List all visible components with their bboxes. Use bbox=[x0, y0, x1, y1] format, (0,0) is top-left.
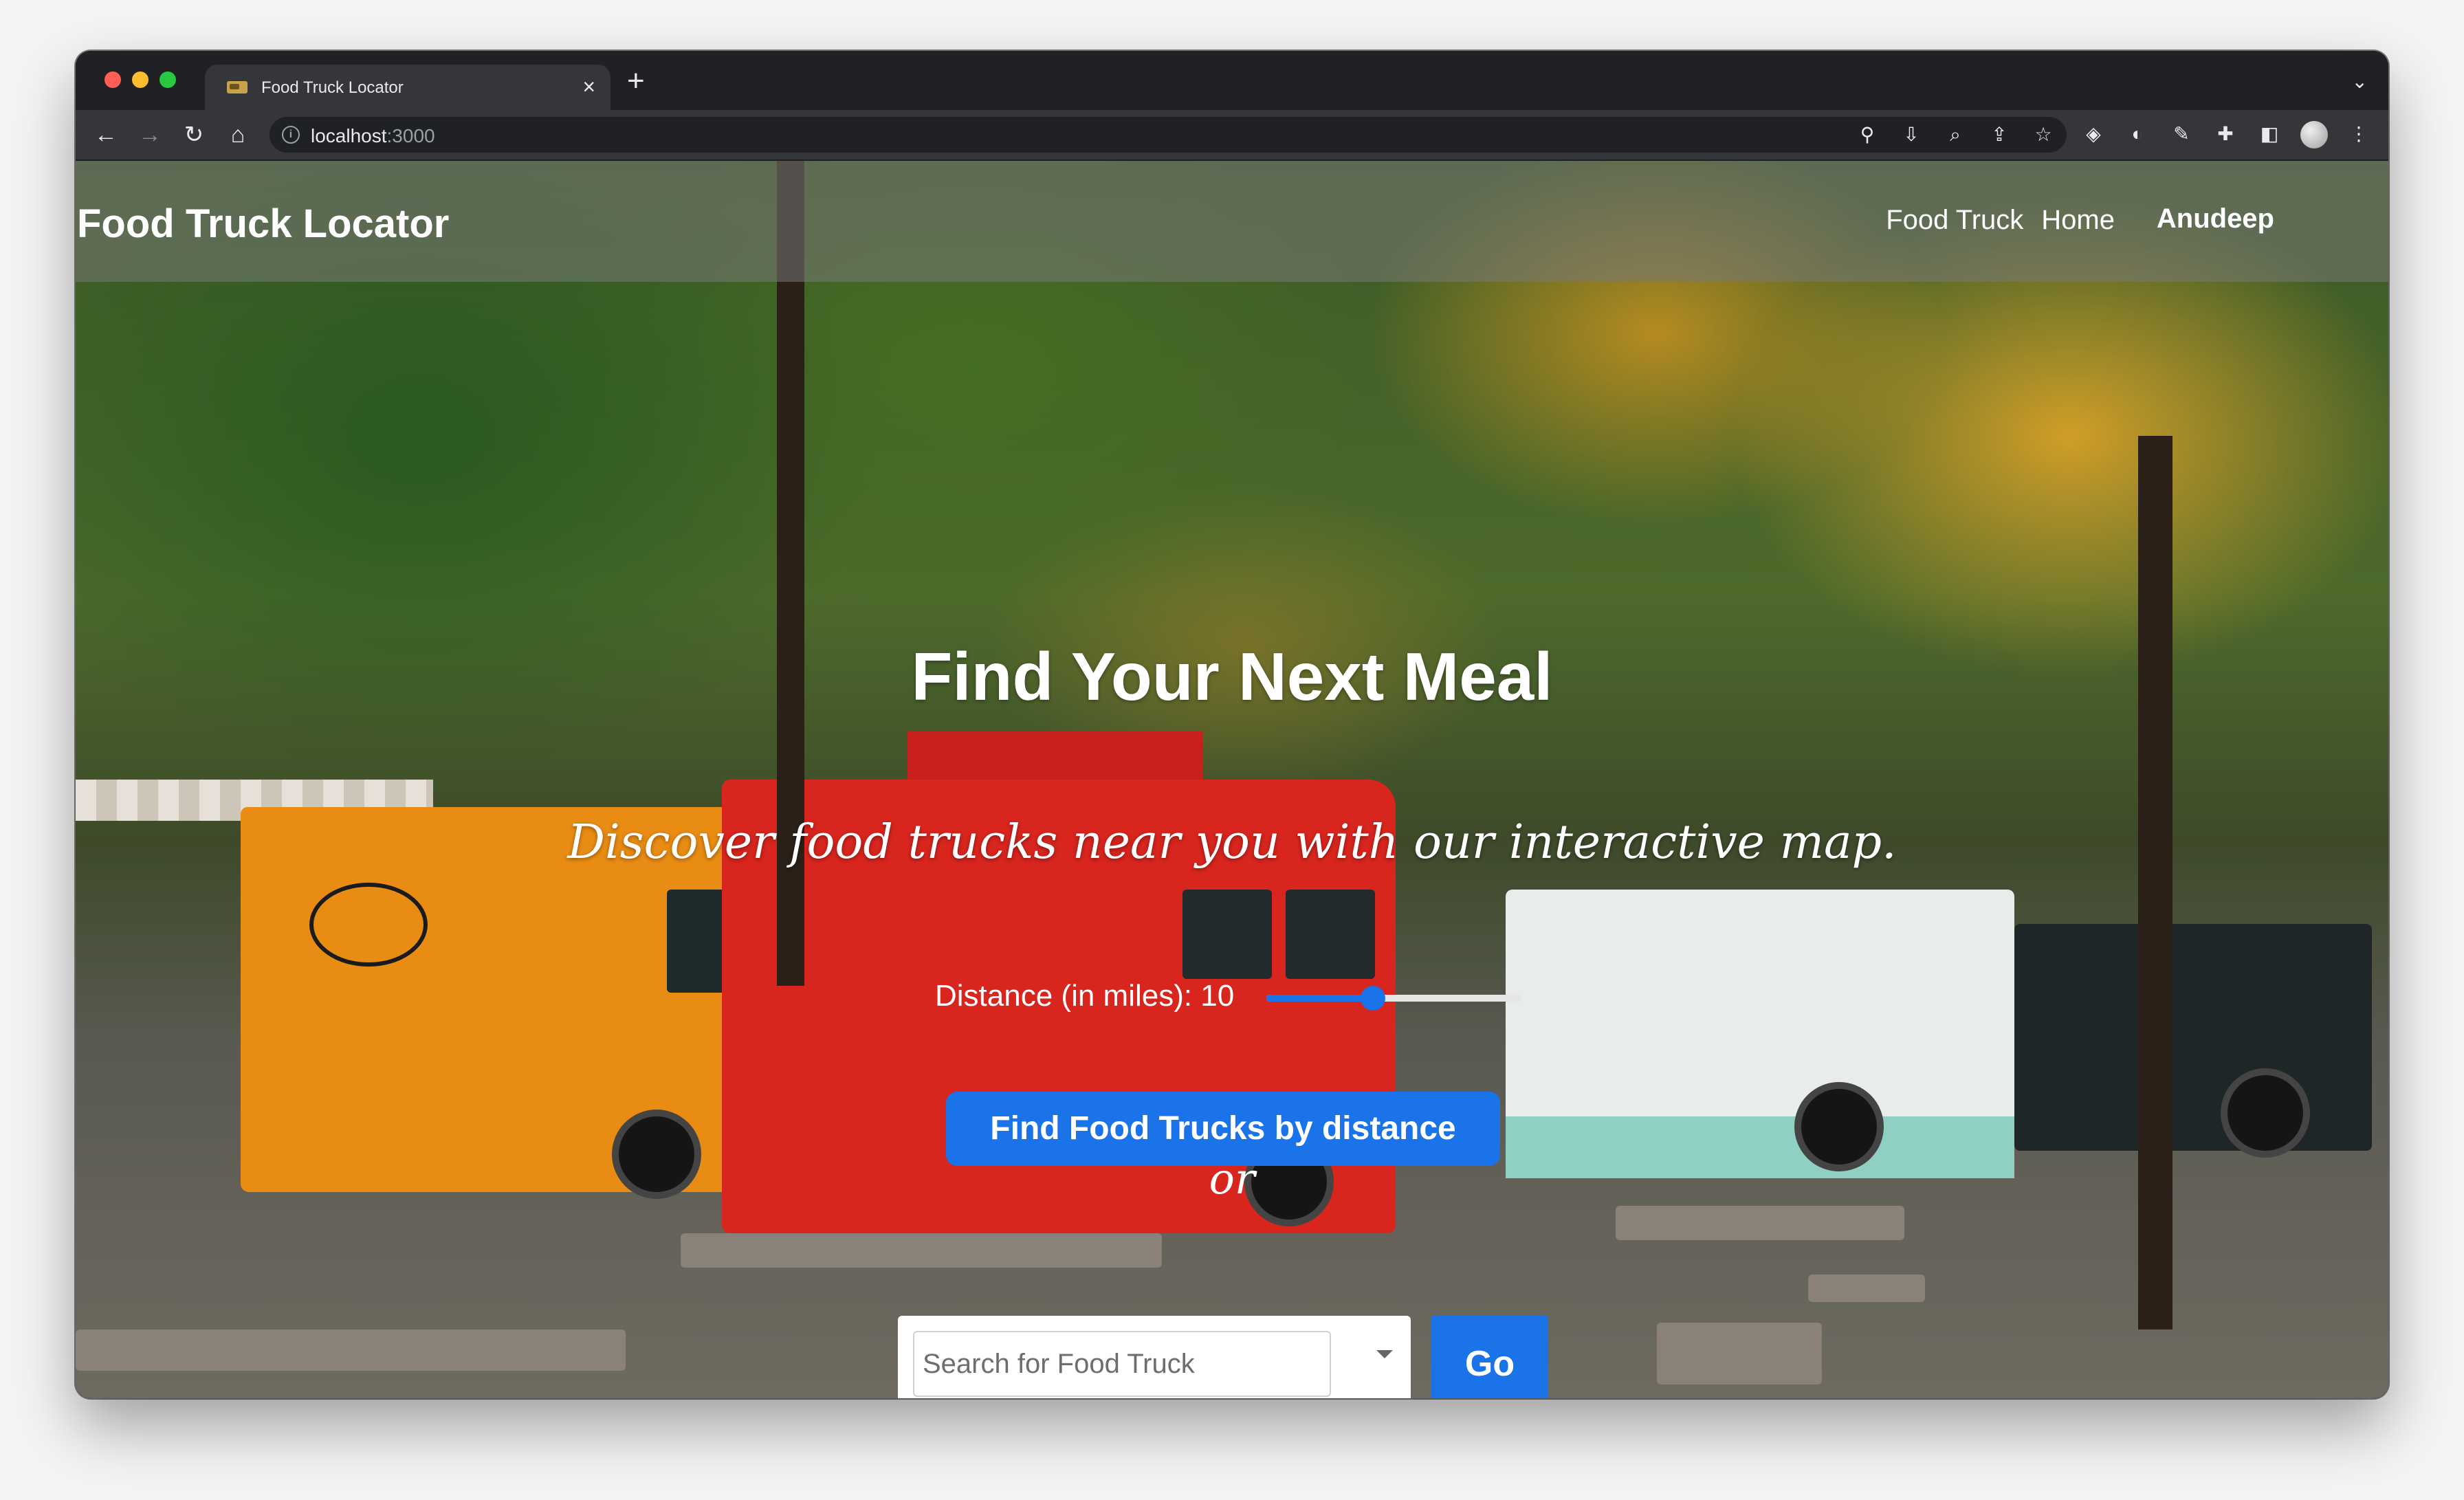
share-icon[interactable]: ⇪ bbox=[1987, 122, 2012, 147]
hero-title: Find Your Next Meal bbox=[911, 639, 1553, 714]
nav-link-home[interactable]: Home bbox=[2041, 205, 2115, 236]
food-truck-search: Search for Food Truck bbox=[898, 1316, 1411, 1398]
browser-toolbar: ← → ↻ ⌂ i localhost:3000 ⚲ ⇩ ⌕ ⇪ ☆ ◈ ◐ ✎… bbox=[76, 110, 2388, 161]
or-separator: or bbox=[1209, 1154, 1255, 1204]
install-app-icon[interactable]: ⇩ bbox=[1899, 122, 1924, 147]
search-input[interactable]: Search for Food Truck bbox=[913, 1331, 1331, 1397]
go-button[interactable]: Go bbox=[1431, 1316, 1548, 1398]
maximize-window-button[interactable] bbox=[160, 71, 176, 88]
side-panel-icon[interactable]: ◧ bbox=[2256, 121, 2282, 147]
distance-label: Distance (in miles): 10 bbox=[935, 979, 1235, 1013]
profile-avatar[interactable] bbox=[2300, 121, 2328, 148]
url-text: localhost:3000 bbox=[311, 125, 435, 146]
slider-fill bbox=[1266, 995, 1374, 1002]
picnic-table-decoration bbox=[681, 1233, 1162, 1268]
truck-favicon-icon bbox=[227, 81, 248, 93]
vpn-extension-icon[interactable]: ◐ bbox=[2124, 121, 2150, 147]
slider-thumb[interactable] bbox=[1361, 986, 1386, 1011]
address-bar[interactable]: i localhost:3000 ⚲ ⇩ ⌕ ⇪ ☆ bbox=[270, 117, 2067, 153]
dark-food-truck-image bbox=[2014, 924, 2372, 1158]
site-info-icon[interactable]: i bbox=[282, 126, 300, 144]
kebab-menu-icon[interactable]: ⋮ bbox=[2346, 121, 2372, 147]
brand-title[interactable]: Food Truck Locator bbox=[77, 201, 449, 247]
dropdown-caret-icon[interactable] bbox=[1376, 1350, 1393, 1358]
reload-icon[interactable]: ↻ bbox=[179, 120, 209, 150]
picnic-table-decoration bbox=[1616, 1206, 1904, 1240]
bookmark-star-icon[interactable]: ☆ bbox=[2031, 122, 2056, 147]
location-pin-icon[interactable]: ⚲ bbox=[1855, 122, 1880, 147]
picnic-table-decoration bbox=[76, 1330, 626, 1371]
extension-icons: ◈ ◐ ✎ ✚ ◧ ⋮ bbox=[2080, 121, 2372, 148]
nav-link-food-truck[interactable]: Food Truck bbox=[1886, 205, 2023, 236]
picnic-table-decoration bbox=[1657, 1323, 1822, 1385]
tab-close-icon[interactable]: × bbox=[582, 74, 595, 99]
minimize-window-button[interactable] bbox=[132, 71, 148, 88]
nav-links: Food Truck Home bbox=[1886, 205, 2115, 236]
tab-search-chevron-icon[interactable]: ⌄ bbox=[2352, 70, 2368, 93]
browser-window: Food Truck Locator × + ⌄ ← → ↻ ⌂ i local… bbox=[76, 51, 2388, 1398]
distance-slider[interactable] bbox=[1266, 986, 1521, 1011]
tab-strip: Food Truck Locator × + ⌄ bbox=[76, 51, 2388, 110]
browser-tab[interactable]: Food Truck Locator × bbox=[205, 65, 610, 110]
hero-subtitle: Discover food trucks near you with our i… bbox=[567, 815, 1897, 870]
omnibox-actions: ⚲ ⇩ ⌕ ⇪ ☆ bbox=[1855, 122, 2056, 147]
forward-arrow-icon[interactable]: → bbox=[135, 120, 165, 150]
close-window-button[interactable] bbox=[104, 71, 121, 88]
edit-extension-icon[interactable]: ✎ bbox=[2168, 121, 2194, 147]
back-arrow-icon[interactable]: ← bbox=[91, 120, 121, 150]
site-navbar: Food Truck Locator Food Truck Home Anude… bbox=[76, 161, 2388, 282]
home-icon[interactable]: ⌂ bbox=[223, 120, 253, 150]
ublock-extension-icon[interactable]: ◈ bbox=[2080, 121, 2106, 147]
white-food-truck-image bbox=[1506, 890, 2014, 1178]
page-viewport: Food Truck Locator Food Truck Home Anude… bbox=[76, 161, 2388, 1398]
new-tab-button[interactable]: + bbox=[627, 66, 645, 96]
tab-title: Food Truck Locator bbox=[261, 78, 404, 97]
zoom-icon[interactable]: ⌕ bbox=[1943, 122, 1968, 147]
user-name[interactable]: Anudeep bbox=[2157, 203, 2274, 234]
puzzle-extensions-icon[interactable]: ✚ bbox=[2212, 121, 2238, 147]
picnic-table-decoration bbox=[1808, 1275, 1925, 1302]
